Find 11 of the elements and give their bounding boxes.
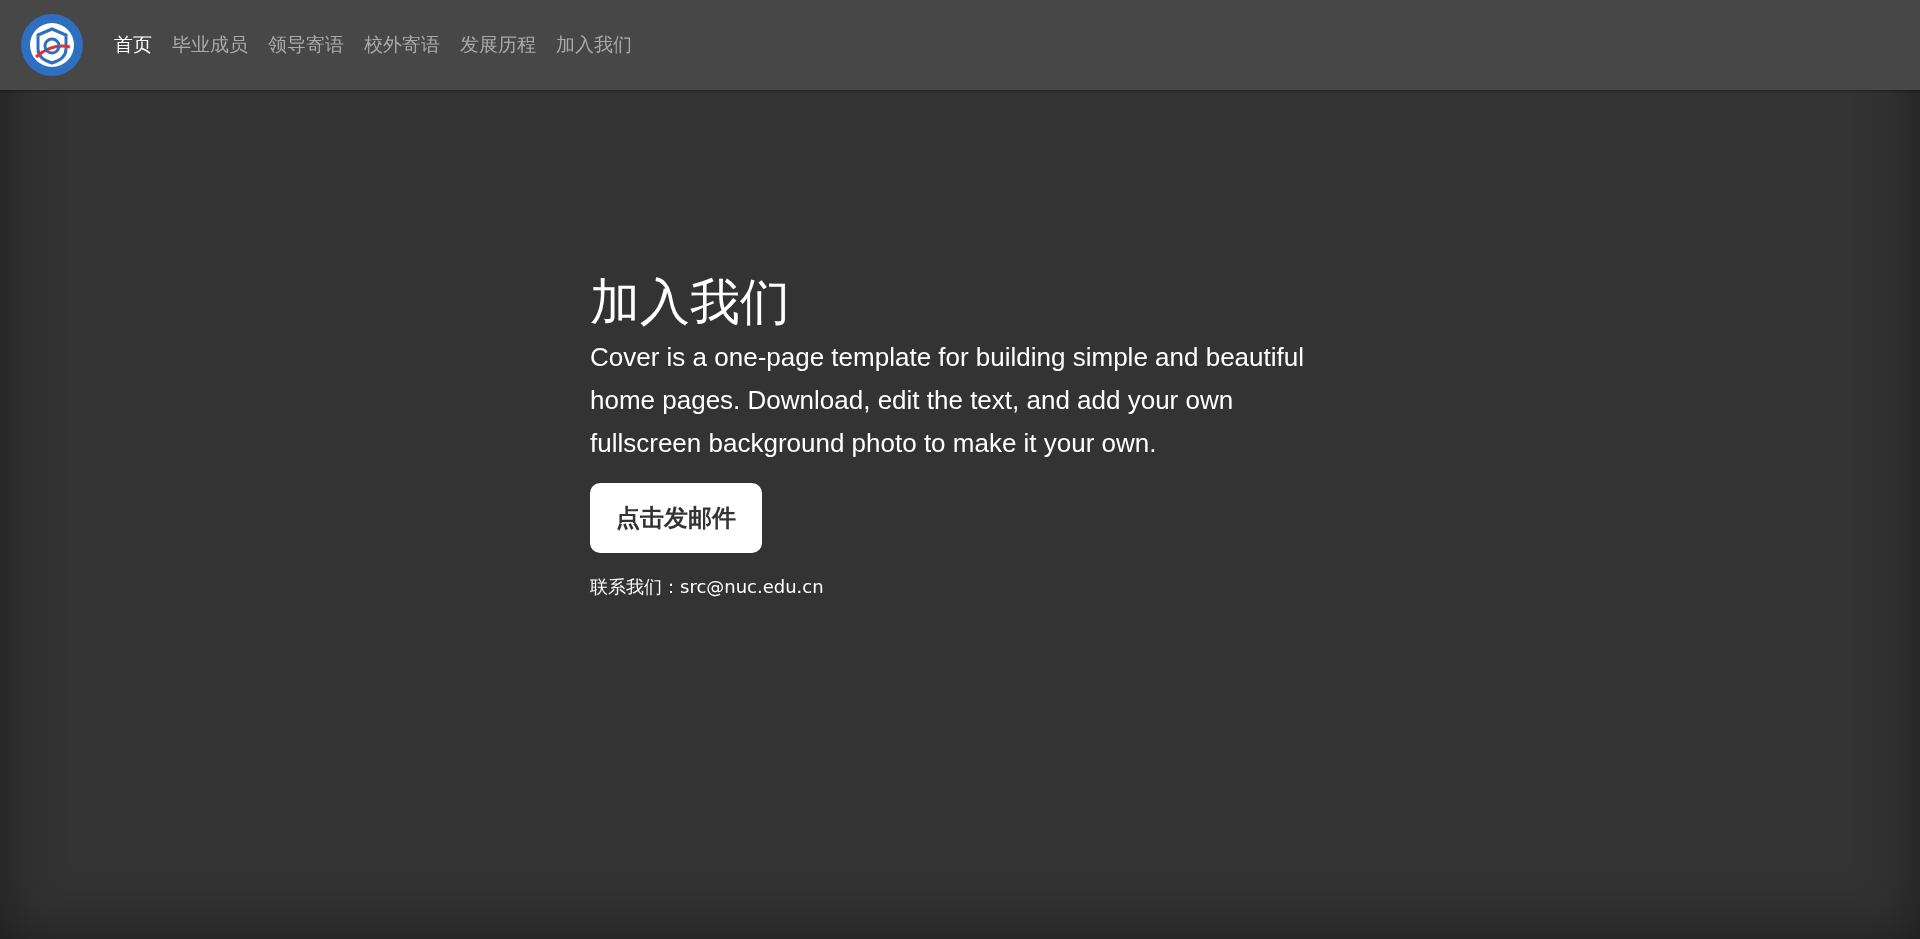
nav-link[interactable]: 校外寄语 <box>364 32 440 58</box>
nav-link[interactable]: 领导寄语 <box>268 32 344 58</box>
nav-link[interactable]: 毕业成员 <box>172 32 248 58</box>
nav-link[interactable]: 首页 <box>114 32 152 58</box>
page-heading: 加入我们 <box>590 272 791 332</box>
emblem-icon[interactable] <box>20 13 84 77</box>
contact-text: 联系我们：src@nuc.edu.cn <box>590 575 825 599</box>
nav-link[interactable]: 发展历程 <box>460 32 536 58</box>
send-email-button[interactable]: 点击发邮件 <box>590 483 762 553</box>
description-text: Cover is a one-page template for building simple and beautiful home pages. Download, edit the text, and add your own fullscreen background photo to make it your own. <box>590 341 1305 460</box>
nav-link[interactable]: 加入我们 <box>556 32 632 58</box>
